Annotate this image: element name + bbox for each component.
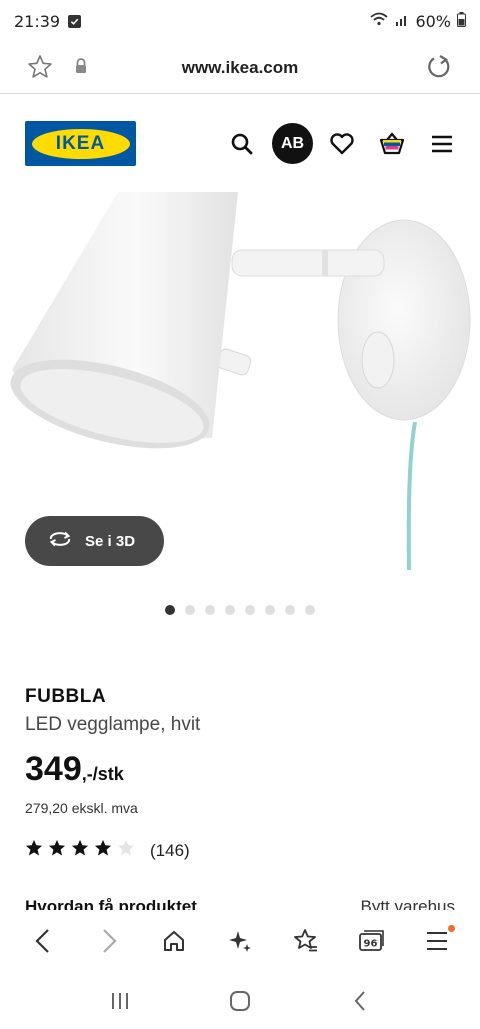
product-description: LED vegglampe, hvit	[25, 714, 201, 735]
view-3d-button[interactable]: Se i 3D	[25, 516, 164, 566]
carousel-dot[interactable]	[305, 605, 315, 615]
carousel-dot[interactable]	[265, 605, 275, 615]
bookmarks-icon[interactable]	[286, 921, 326, 961]
ikea-logo[interactable]: IKEA	[25, 121, 136, 166]
home-button-icon[interactable]	[220, 981, 260, 1021]
wifi-icon	[369, 11, 389, 31]
carousel-dot[interactable]	[205, 605, 215, 615]
star-empty-icon	[117, 839, 135, 862]
forward-icon[interactable]	[89, 921, 129, 961]
carousel-dot[interactable]	[165, 605, 175, 615]
notification-dot	[448, 925, 456, 932]
browser-bottom-nav: 96	[0, 910, 480, 972]
delivery-section-header: Hvordan få produktet Bytt varehus	[0, 896, 480, 910]
view-3d-label: Se i 3D	[85, 532, 136, 550]
product-rating[interactable]: (146)	[25, 839, 190, 862]
search-icon[interactable]	[222, 124, 262, 164]
image-carousel-dots	[165, 605, 315, 615]
star-filled-icon	[25, 839, 43, 862]
review-count[interactable]: (146)	[150, 841, 190, 861]
logo-text: IKEA	[55, 132, 106, 154]
browser-url-bar: www.ikea.com	[0, 42, 480, 94]
tabs-icon[interactable]: 96	[351, 921, 391, 961]
reload-icon[interactable]	[424, 52, 454, 87]
carousel-dot[interactable]	[285, 605, 295, 615]
product-price: 349 ,-/stk	[25, 750, 124, 789]
shopping-bag-icon[interactable]	[372, 124, 412, 164]
notification-check-icon	[68, 14, 82, 28]
avatar[interactable]: AB	[272, 123, 313, 164]
price-suffix: ,-/stk	[81, 764, 124, 784]
battery-level: 60%	[415, 11, 451, 31]
recent-apps-icon[interactable]	[100, 981, 140, 1021]
star-filled-icon	[48, 839, 66, 862]
status-time: 21:39	[14, 11, 61, 31]
price-ex-vat: 279,20 ekskl. mva	[25, 800, 138, 816]
sparkle-icon[interactable]	[220, 921, 260, 961]
carousel-dot[interactable]	[245, 605, 255, 615]
url-text[interactable]: www.ikea.com	[0, 58, 480, 78]
star-filled-icon	[94, 839, 112, 862]
status-bar: 21:39 60%	[0, 0, 480, 42]
rotate-3d-icon	[47, 530, 73, 552]
star-filled-icon	[71, 839, 89, 862]
back-icon[interactable]	[23, 921, 63, 961]
heart-icon[interactable]	[322, 124, 362, 164]
delivery-heading: Hvordan få produktet	[25, 897, 197, 910]
battery-icon	[457, 11, 466, 31]
system-back-icon[interactable]	[340, 981, 380, 1021]
tabs-count: 96	[364, 939, 378, 950]
menu-icon[interactable]	[422, 124, 462, 164]
browser-menu-icon[interactable]	[417, 921, 457, 961]
home-icon[interactable]	[154, 921, 194, 961]
price-main: 349	[25, 750, 82, 788]
bookmark-star-icon[interactable]	[26, 53, 54, 86]
carousel-dot[interactable]	[225, 605, 235, 615]
site-header: IKEA AB	[0, 94, 480, 192]
change-store-link[interactable]: Bytt varehus	[361, 897, 456, 910]
android-system-nav	[0, 972, 480, 1029]
lock-icon[interactable]	[74, 57, 88, 80]
signal-icon	[395, 12, 409, 31]
carousel-dot[interactable]	[185, 605, 195, 615]
product-name: FUBBLA	[25, 686, 107, 707]
